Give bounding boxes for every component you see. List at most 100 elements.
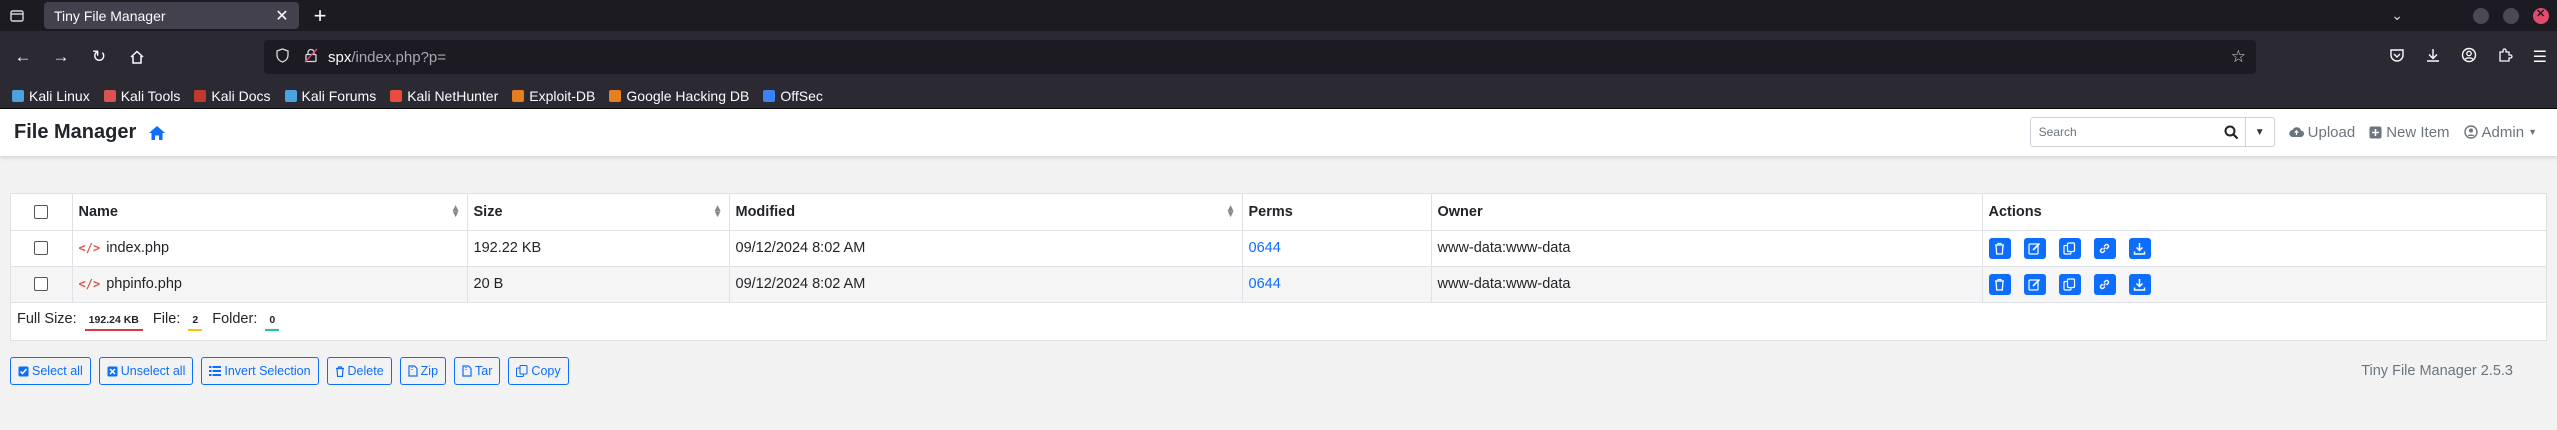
file-count-badge: 2 — [188, 312, 203, 332]
zip-button[interactable]: Zip — [399, 357, 447, 385]
app-header: File Manager ▼ Upload New Item Admin ▼ — [0, 109, 2557, 156]
app-title[interactable]: File Manager — [14, 121, 136, 144]
select-all-checkbox[interactable] — [34, 204, 49, 219]
upload-link[interactable]: Upload — [2288, 124, 2355, 141]
file-name-cell[interactable]: </> phpinfo.php — [72, 265, 468, 302]
perms-link[interactable]: 0644 — [1249, 276, 1281, 292]
back-icon[interactable]: ← — [6, 41, 40, 73]
reload-icon[interactable]: ↻ — [82, 41, 116, 73]
delete-button[interactable]: Delete — [326, 357, 392, 385]
row-checkbox[interactable] — [34, 277, 49, 292]
bookmark-kali-docs[interactable]: Kali Docs — [194, 88, 271, 104]
x-square-icon — [107, 366, 118, 376]
close-window-button[interactable] — [2533, 7, 2549, 24]
file-archive-icon — [462, 365, 472, 377]
file-size-cell: 192.22 KB — [467, 229, 730, 266]
delete-icon[interactable] — [1988, 273, 2011, 295]
row-select-cell — [11, 229, 73, 266]
column-header-modified[interactable]: Modified ▲ ▼ — [729, 194, 1243, 230]
exploit-db-icon — [512, 89, 525, 102]
search-dropdown-button[interactable]: ▼ — [2244, 117, 2275, 147]
menu-icon[interactable]: ☰ — [2533, 47, 2547, 67]
url-bar[interactable]: spx/index.php?p= ☆ — [264, 40, 2256, 74]
downloads-icon[interactable] — [2425, 47, 2441, 68]
bookmark-kali-linux[interactable]: Kali Linux — [12, 88, 90, 104]
row-checkbox[interactable] — [34, 241, 49, 256]
trash-icon — [335, 365, 344, 377]
window-controls: ⌄ — [2391, 0, 2549, 31]
kali-tools-icon — [103, 89, 116, 102]
minimize-window-button[interactable] — [2473, 7, 2489, 24]
bookmark-kali-tools[interactable]: Kali Tools — [103, 88, 180, 104]
google-hacking-db-icon — [609, 89, 622, 102]
download-icon[interactable] — [2128, 273, 2151, 295]
bookmark-exploit-db[interactable]: Exploit-DB — [512, 88, 595, 104]
bookmark-kali-forums[interactable]: Kali Forums — [284, 88, 376, 104]
copy-icon[interactable] — [2058, 237, 2081, 259]
file-owner-cell: www-data:www-data — [1431, 265, 1983, 302]
admin-user-menu[interactable]: Admin ▼ — [2463, 124, 2537, 141]
sort-icon: ▲ ▼ — [450, 203, 461, 220]
maximize-window-button[interactable] — [2503, 7, 2519, 24]
table-header-row: Name ▲ ▼ Size ▲ ▼ Modified ▲ ▼ Perms Owner Act… — [11, 194, 2546, 230]
list-icon — [209, 366, 222, 376]
copy-button[interactable]: Copy — [508, 357, 569, 385]
tab-list-icon[interactable] — [0, 0, 34, 31]
search-group: ▼ — [2029, 117, 2275, 147]
offsec-icon — [763, 89, 776, 102]
select-all-button[interactable]: Select all — [10, 357, 91, 385]
forward-icon[interactable]: → — [44, 41, 78, 73]
file-name-cell[interactable]: </> index.php — [72, 229, 468, 266]
toolbar-icons: ☰ — [2389, 31, 2547, 83]
select-all-header — [11, 194, 73, 230]
table-row: </> index.php 192.22 KB 09/12/2024 8:02 A… — [11, 229, 2546, 266]
tar-button[interactable]: Tar — [454, 357, 501, 385]
bookmark-offsec[interactable]: OffSec — [763, 88, 823, 104]
bookmark-kali-nethunter[interactable]: Kali NetHunter — [390, 88, 498, 104]
file-count-label: File: — [152, 311, 181, 328]
unselect-all-button[interactable]: Unselect all — [98, 357, 194, 385]
extensions-icon[interactable] — [2497, 47, 2513, 68]
code-file-icon: </> — [78, 241, 101, 255]
insecure-lock-icon[interactable] — [304, 48, 328, 67]
account-icon[interactable] — [2461, 47, 2477, 68]
search-icon[interactable] — [2218, 117, 2245, 147]
perms-link[interactable]: 0644 — [1249, 240, 1281, 256]
invert-selection-button[interactable]: Invert Selection — [201, 357, 319, 385]
folder-count-badge: 0 — [265, 312, 280, 332]
home-icon[interactable] — [120, 41, 154, 73]
bulk-action-bar: Select all Unselect all Invert Selection… — [10, 357, 2547, 385]
new-item-link[interactable]: New Item — [2369, 124, 2450, 141]
search-input[interactable] — [2029, 117, 2219, 147]
delete-icon[interactable] — [1988, 237, 2011, 259]
bookmark-star-icon[interactable]: ☆ — [2231, 47, 2246, 67]
close-tab-icon[interactable]: ✕ — [273, 6, 291, 26]
column-header-name[interactable]: Name ▲ ▼ — [72, 194, 468, 230]
column-header-size[interactable]: Size ▲ ▼ — [467, 194, 730, 230]
home-icon[interactable] — [148, 125, 166, 141]
file-size-cell: 20 B — [467, 265, 730, 302]
shield-icon[interactable] — [276, 47, 298, 67]
rename-icon[interactable] — [2023, 237, 2046, 259]
file-archive-icon — [408, 365, 418, 377]
chevron-down-icon[interactable]: ⌄ — [2391, 7, 2403, 24]
summary-cell: Full Size: 192.24 KB File: 2 Folder: 0 — [11, 301, 2546, 340]
browser-tab-bar: Tiny File Manager ✕ + ⌄ — [0, 0, 2557, 31]
user-circle-icon — [2463, 125, 2478, 139]
bookmark-google-hacking-db[interactable]: Google Hacking DB — [609, 88, 749, 104]
full-size-badge: 192.24 KB — [84, 312, 143, 332]
file-modified-cell: 09/12/2024 8:02 AM — [729, 229, 1243, 266]
rename-icon[interactable] — [2023, 273, 2046, 295]
new-tab-button[interactable]: + — [305, 2, 335, 29]
link-icon[interactable] — [2093, 273, 2116, 295]
download-icon[interactable] — [2128, 237, 2151, 259]
link-icon[interactable] — [2093, 237, 2116, 259]
copy-icon[interactable] — [2058, 273, 2081, 295]
url-host: spx — [328, 48, 352, 66]
kali-forums-icon — [284, 89, 297, 102]
pocket-icon[interactable] — [2389, 47, 2405, 68]
caret-down-icon: ▼ — [2528, 127, 2537, 137]
browser-tab[interactable]: Tiny File Manager ✕ — [44, 2, 299, 29]
table-row: </> phpinfo.php 20 B 09/12/2024 8:02 AM 0… — [11, 265, 2546, 302]
column-header-perms: Perms — [1242, 194, 1432, 230]
